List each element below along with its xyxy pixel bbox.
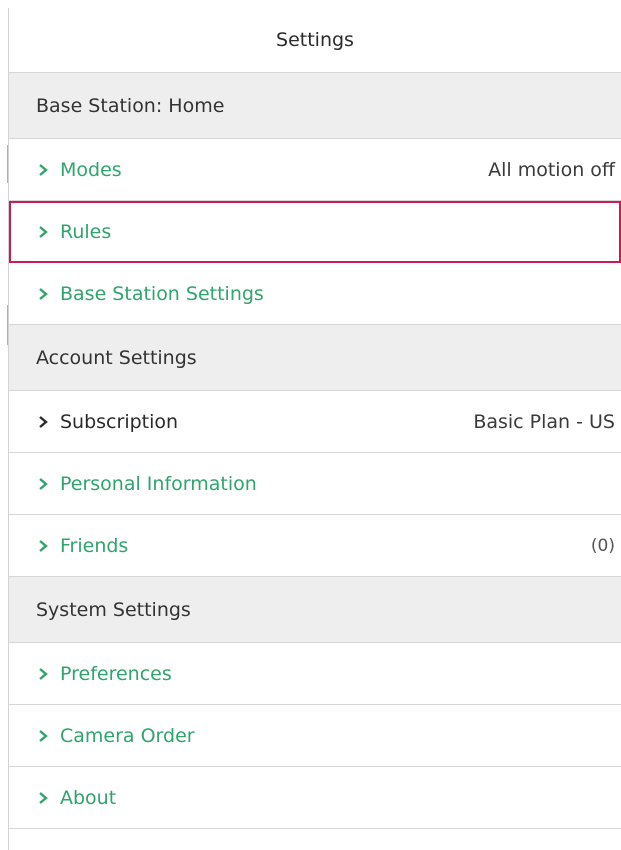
section-header-base-station: Base Station: Home bbox=[9, 73, 621, 139]
settings-panel: Settings Base Station: Home Modes All mo… bbox=[8, 8, 621, 850]
settings-item-label: Camera Order bbox=[60, 724, 195, 747]
settings-item-label: Subscription bbox=[60, 410, 179, 433]
section-title: Base Station: Home bbox=[36, 94, 225, 117]
settings-item-label: Base Station Settings bbox=[60, 282, 264, 305]
chevron-right-icon bbox=[36, 667, 50, 681]
settings-item-about[interactable]: About bbox=[9, 767, 621, 829]
friends-count: (0) bbox=[590, 535, 615, 556]
settings-item-camera-order[interactable]: Camera Order bbox=[9, 705, 621, 767]
settings-item-friends[interactable]: Friends (0) bbox=[9, 515, 621, 577]
section-title: Account Settings bbox=[36, 346, 197, 369]
settings-item-value: All motion off bbox=[488, 158, 615, 181]
chevron-right-icon bbox=[36, 163, 50, 177]
page-title: Settings bbox=[9, 8, 621, 73]
chevron-right-icon bbox=[36, 415, 50, 429]
page-title-text: Settings bbox=[276, 29, 354, 51]
chevron-right-icon bbox=[36, 477, 50, 491]
settings-item-value: Basic Plan - US bbox=[473, 410, 615, 433]
chevron-right-icon bbox=[36, 539, 50, 553]
section-header-account-settings: Account Settings bbox=[9, 325, 621, 391]
section-header-system-settings: System Settings bbox=[9, 577, 621, 643]
chevron-right-icon bbox=[36, 729, 50, 743]
settings-item-label: Rules bbox=[60, 220, 112, 243]
chevron-right-icon bbox=[36, 791, 50, 805]
chevron-right-icon bbox=[36, 287, 50, 301]
section-title: System Settings bbox=[36, 598, 191, 621]
settings-item-label: Preferences bbox=[60, 662, 172, 685]
settings-item-preferences[interactable]: Preferences bbox=[9, 643, 621, 705]
settings-item-label: Friends bbox=[60, 534, 129, 557]
settings-item-base-station-settings[interactable]: Base Station Settings bbox=[9, 263, 621, 325]
settings-item-label: About bbox=[60, 786, 117, 809]
settings-item-modes[interactable]: Modes All motion off bbox=[9, 139, 621, 201]
chevron-right-icon bbox=[36, 225, 50, 239]
settings-item-label: Modes bbox=[60, 158, 122, 181]
settings-item-personal-information[interactable]: Personal Information bbox=[9, 453, 621, 515]
settings-item-subscription[interactable]: Subscription Basic Plan - US bbox=[9, 391, 621, 453]
settings-item-rules[interactable]: Rules bbox=[9, 201, 621, 263]
settings-item-label: Personal Information bbox=[60, 472, 257, 495]
